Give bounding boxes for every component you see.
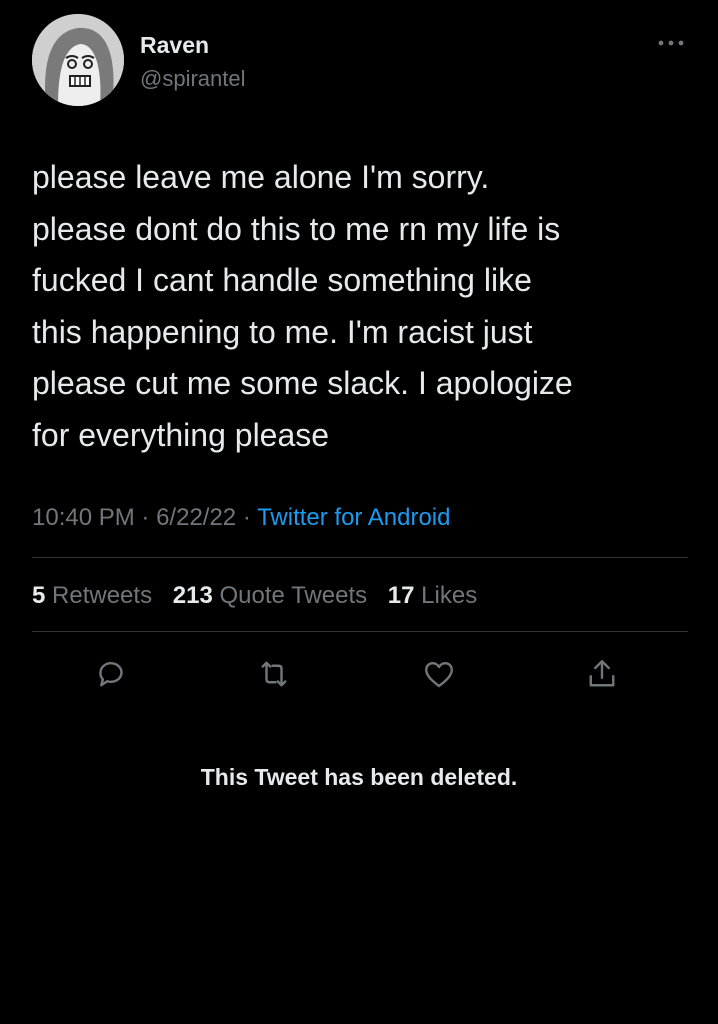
tweet-date[interactable]: 6/22/22 [156,504,236,531]
reply-icon [99,662,123,687]
retweet-icon [261,661,287,687]
retweets-count: 5 [32,582,46,609]
share-button[interactable] [584,656,620,692]
tweet-meta: 10:40 PM · 6/22/22 · Twitter for Android [32,504,450,532]
tweet-text: please leave me alone I'm sorry. please … [32,159,573,453]
quote-tweets-count: 213 [172,582,213,609]
divider [32,631,688,632]
retweets-label: Retweets [52,582,153,609]
likes-label: Likes [421,582,478,609]
more-icon[interactable] [656,36,686,50]
likes-stat[interactable]: 17 Likes [388,582,477,609]
tweet-source-link[interactable]: Twitter for Android [257,504,450,531]
heart-icon [425,662,453,688]
author-display-name[interactable]: Raven [140,32,209,59]
retweet-button[interactable] [256,656,292,692]
deleted-notice: This Tweet has been deleted. [200,764,518,790]
meta-separator: · [141,504,150,531]
meta-separator: · [242,504,251,531]
author-handle[interactable]: @spirantel [140,66,246,92]
likes-count: 17 [387,582,415,609]
divider [32,557,688,558]
tweet-time[interactable]: 10:40 PM [32,504,135,531]
avatar[interactable] [32,14,124,106]
reply-button[interactable] [93,656,129,692]
quote-tweets-stat[interactable]: 213 Quote Tweets [173,582,367,609]
retweets-stat[interactable]: 5 Retweets [32,582,152,609]
quote-tweets-label: Quote Tweets [219,582,368,609]
share-icon [589,660,615,687]
like-button[interactable] [421,656,457,692]
avatar-image [32,14,124,106]
tweet-stats: 5 Retweets 213 Quote Tweets 17 Likes [32,582,491,610]
